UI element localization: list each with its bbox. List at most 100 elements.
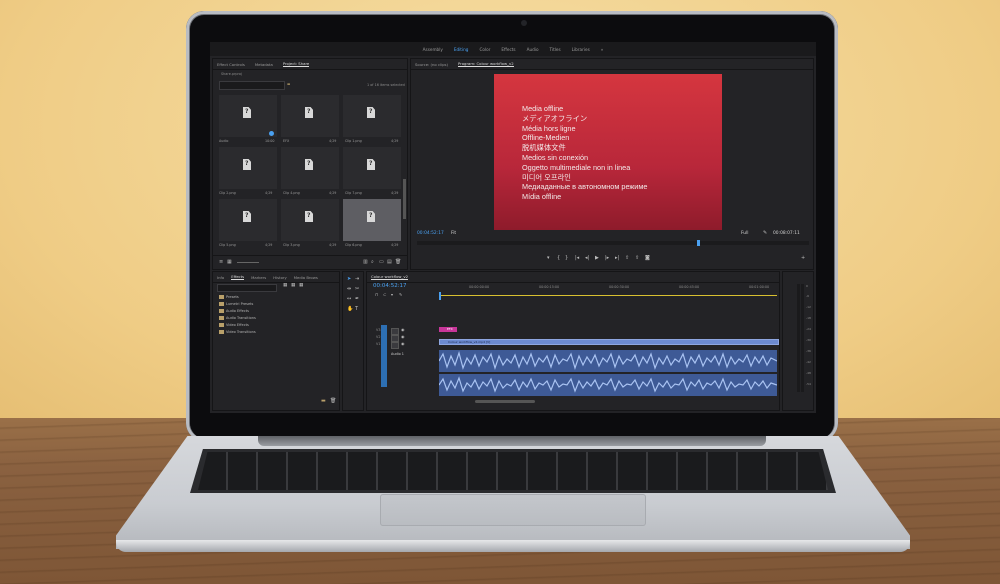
audio-waveform-a1[interactable] bbox=[439, 350, 777, 372]
project-item-thumb[interactable] bbox=[343, 147, 401, 189]
timeline-scrollbar[interactable] bbox=[475, 400, 535, 403]
program-playhead[interactable] bbox=[697, 240, 700, 246]
button-editor-icon[interactable]: + bbox=[801, 255, 805, 261]
automate-to-sequence-icon[interactable]: ▥ bbox=[363, 259, 368, 265]
add-marker-icon[interactable]: ▾ bbox=[547, 255, 550, 261]
list-view-icon[interactable]: ≡ bbox=[219, 259, 223, 265]
project-item-thumb[interactable] bbox=[343, 95, 401, 137]
video-clip[interactable]: Colour workflow_v2.mp4 [V] bbox=[439, 339, 779, 345]
program-scrubber[interactable] bbox=[417, 240, 809, 246]
effects-tree-item-video-transitions[interactable]: Video Transitions bbox=[219, 330, 256, 334]
efx-clip[interactable]: EFX bbox=[439, 327, 457, 332]
resolution-dropdown[interactable]: Full bbox=[741, 231, 749, 236]
project-item-thumb[interactable] bbox=[219, 147, 277, 189]
tab-info[interactable]: Info bbox=[217, 275, 224, 280]
add-marker-timeline-icon[interactable]: ▾ bbox=[391, 292, 393, 297]
workspace-tab-libraries[interactable]: Libraries bbox=[572, 47, 590, 52]
workspace-tab-effects[interactable]: Effects bbox=[501, 47, 515, 52]
selection-tool-icon[interactable]: ➤ bbox=[347, 276, 351, 282]
find-icon[interactable]: ⌕ bbox=[371, 259, 374, 265]
tab-sequence[interactable]: Colour workflow_v2 bbox=[371, 274, 409, 280]
tab-media-browser[interactable]: Media Brows bbox=[294, 275, 318, 280]
eye-icon[interactable]: ◉ bbox=[401, 334, 405, 339]
project-item-thumb[interactable] bbox=[281, 95, 339, 137]
icon-view-icon[interactable]: ▦ bbox=[227, 259, 232, 265]
go-to-out-icon[interactable]: ▸| bbox=[615, 255, 619, 261]
effects-tree-item-presets[interactable]: Presets bbox=[219, 295, 239, 299]
workspace-tab-titles[interactable]: Titles bbox=[550, 47, 561, 52]
play-icon[interactable]: ▶ bbox=[595, 255, 599, 261]
effects-tree-item-audio-effects[interactable]: Audio Effects bbox=[219, 309, 249, 313]
effects-tree-item-audio-transitions[interactable]: Audio Transitions bbox=[219, 316, 256, 320]
tab-source[interactable]: Source: (no clips) bbox=[415, 62, 448, 67]
timeline-settings-icon[interactable]: ✎ bbox=[399, 292, 402, 297]
tab-markers[interactable]: Markers bbox=[251, 275, 266, 280]
workspace-tab-color[interactable]: Color bbox=[479, 47, 490, 52]
project-item-thumb[interactable] bbox=[281, 147, 339, 189]
razor-tool-icon[interactable]: ✂ bbox=[355, 286, 359, 292]
track-select-tool-icon[interactable]: ⇥ bbox=[355, 276, 359, 282]
lift-icon[interactable]: ⇧ bbox=[625, 255, 629, 261]
timeline-timecode[interactable]: 00:04:52:17 bbox=[373, 283, 407, 289]
tab-history[interactable]: History bbox=[273, 275, 287, 280]
track-lock-button[interactable] bbox=[391, 328, 399, 335]
source-patch-bar[interactable] bbox=[381, 325, 387, 387]
tab-effects[interactable]: Effects bbox=[231, 274, 245, 280]
yuv-effects-icon[interactable]: ▦ bbox=[299, 283, 303, 288]
work-area-bar[interactable] bbox=[439, 295, 777, 296]
snap-icon[interactable]: ⊓ bbox=[375, 292, 378, 297]
project-scrollbar[interactable] bbox=[403, 179, 406, 219]
project-search-input[interactable] bbox=[219, 81, 285, 90]
workspace-tab-audio[interactable]: Audio bbox=[527, 47, 539, 52]
new-bin-footer-icon[interactable]: ▭ bbox=[379, 259, 384, 265]
mark-in-icon[interactable]: { bbox=[557, 255, 560, 261]
workspace-more-icon[interactable]: » bbox=[601, 47, 604, 52]
tab-effect-controls[interactable]: Effect Controls bbox=[217, 62, 245, 67]
track-lock-button[interactable] bbox=[391, 335, 399, 342]
trash-icon[interactable]: 🗑 bbox=[395, 259, 401, 265]
wrench-icon[interactable]: ✎ bbox=[763, 230, 767, 236]
type-tool-icon[interactable]: T bbox=[355, 306, 358, 312]
hand-tool-icon[interactable]: ✋ bbox=[347, 306, 353, 312]
new-bin-icon[interactable]: ▬ bbox=[287, 82, 290, 86]
step-back-icon[interactable]: ◂| bbox=[585, 255, 589, 261]
project-item-thumb[interactable] bbox=[219, 199, 277, 241]
tab-metadata[interactable]: Metadata bbox=[255, 62, 273, 67]
eye-icon[interactable]: ◉ bbox=[401, 327, 405, 332]
extract-icon[interactable]: ⇪ bbox=[635, 255, 639, 261]
fit-dropdown[interactable]: Fit bbox=[451, 231, 456, 236]
slip-tool-icon[interactable]: ↔ bbox=[347, 296, 351, 302]
effects-search-input[interactable] bbox=[217, 284, 277, 292]
tab-program[interactable]: Program: Colour workflow_v2 bbox=[458, 61, 514, 67]
32bit-effects-icon[interactable]: ▦ bbox=[291, 283, 295, 288]
effects-tree-item-lumetri[interactable]: Lumetri Presets bbox=[219, 302, 253, 306]
audio-waveform-a2[interactable] bbox=[439, 374, 777, 396]
export-frame-icon[interactable]: ◙ bbox=[645, 255, 650, 261]
go-to-in-icon[interactable]: |◂ bbox=[575, 255, 579, 261]
meter-scale: -36 bbox=[806, 349, 811, 353]
tab-project[interactable]: Project: Share bbox=[282, 61, 310, 67]
mark-out-icon[interactable]: } bbox=[565, 255, 568, 261]
track-lock-button[interactable] bbox=[391, 342, 399, 349]
program-current-timecode[interactable]: 00:04:52:17 bbox=[417, 231, 444, 236]
effects-tree-item-video-effects[interactable]: Video Effects bbox=[219, 323, 249, 327]
project-item-thumb[interactable] bbox=[281, 199, 339, 241]
zoom-slider[interactable] bbox=[237, 262, 259, 263]
project-item-thumb[interactable] bbox=[219, 95, 277, 137]
offline-line: Медиаданные в автономном режиме bbox=[522, 182, 648, 192]
step-forward-icon[interactable]: |▸ bbox=[605, 255, 609, 261]
trackpad[interactable] bbox=[380, 494, 646, 526]
eye-icon[interactable]: ◉ bbox=[401, 341, 405, 346]
timeline-playhead[interactable] bbox=[439, 292, 441, 300]
accelerated-effects-icon[interactable]: ▦ bbox=[283, 283, 287, 288]
new-item-icon[interactable]: ▤ bbox=[387, 259, 392, 265]
linked-selection-icon[interactable]: ⊂ bbox=[383, 292, 386, 297]
project-item-thumb-selected[interactable] bbox=[343, 199, 401, 241]
new-custom-bin-icon[interactable]: ▬ bbox=[321, 398, 326, 404]
workspace-tab-assembly[interactable]: Assembly bbox=[423, 47, 443, 52]
item-label: EFX bbox=[283, 139, 290, 143]
delete-effect-icon[interactable]: 🗑 bbox=[330, 398, 336, 404]
ripple-edit-tool-icon[interactable]: ⇹ bbox=[347, 286, 351, 292]
workspace-tab-editing[interactable]: Editing bbox=[454, 47, 469, 52]
pen-tool-icon[interactable]: ✒ bbox=[355, 296, 359, 302]
